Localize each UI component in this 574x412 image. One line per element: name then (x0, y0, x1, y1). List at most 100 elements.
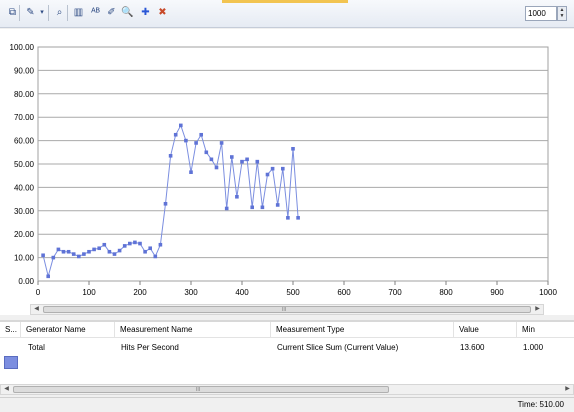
data-point (189, 170, 193, 174)
data-point (148, 246, 152, 251)
column-header-style[interactable]: S... (0, 322, 21, 337)
data-point (82, 252, 86, 256)
zoom-icon[interactable]: 🔍 (120, 5, 135, 21)
data-point (173, 132, 178, 137)
sample-count-spinner[interactable]: ▲ ▼ (557, 6, 567, 21)
chart-style-icon[interactable]: ✎ (23, 5, 38, 21)
data-point (291, 146, 295, 151)
data-point (102, 242, 107, 247)
cell-measurement-type: Current Slice Sum (Current Value) (277, 343, 399, 352)
scroll-right-icon[interactable]: ▶ (562, 385, 573, 394)
data-point (204, 150, 209, 155)
table-row[interactable]: Total Hits Per Second Current Slice Sum … (0, 338, 574, 369)
data-point (260, 205, 265, 210)
column-header-measurement-type[interactable]: Measurement Type (271, 322, 454, 337)
data-point (224, 206, 229, 211)
y-tick-label: 30.00 (14, 207, 35, 216)
data-point (107, 249, 112, 254)
elapsed-time: Time: 510.00 (517, 400, 564, 409)
data-point (112, 252, 117, 256)
toolbar-separator (48, 5, 49, 21)
copy-graph-icon[interactable]: ⧉ (5, 5, 20, 21)
data-point (281, 166, 285, 171)
y-tick-label: 60.00 (14, 137, 35, 146)
graph-properties-icon[interactable]: ▥ (71, 5, 86, 21)
cell-min: 1.000 (523, 343, 544, 352)
data-point (87, 249, 91, 254)
data-point (46, 274, 50, 279)
data-point (255, 159, 260, 164)
scroll-grip-icon: III (196, 387, 201, 393)
toolbar-separator (67, 5, 68, 21)
column-header-generator[interactable]: Generator Name (21, 322, 115, 337)
data-point (122, 244, 127, 248)
x-tick-label: 700 (388, 288, 402, 297)
data-point (158, 242, 163, 247)
y-tick-label: 80.00 (14, 90, 35, 99)
column-header-measurement-name[interactable]: Measurement Name (115, 322, 271, 337)
scroll-left-icon[interactable]: ◀ (31, 305, 42, 314)
column-header-min[interactable]: Min (517, 322, 574, 337)
data-point (143, 249, 147, 254)
scroll-thumb[interactable]: III (13, 386, 389, 393)
data-point (61, 249, 66, 254)
data-point (51, 255, 56, 260)
data-point (296, 216, 300, 220)
edit-icon[interactable]: ✐ (104, 5, 119, 21)
data-point (56, 247, 61, 252)
data-point (219, 141, 224, 145)
y-tick-label: 100.00 (10, 43, 35, 52)
sample-count-input[interactable]: 1000 (525, 6, 557, 21)
counter-grid: S... Generator Name Measurement Name Mea… (0, 322, 574, 386)
status-bar: Time: 510.00 (0, 397, 574, 412)
chart-style-dropdown-icon[interactable]: ▾ (38, 5, 46, 21)
x-tick-label: 800 (439, 288, 453, 297)
scroll-grip-icon: III (282, 307, 287, 313)
data-point (163, 201, 168, 206)
data-point (230, 155, 234, 159)
line-chart: 0.00 10.00 20.00 30.00 40.00 50.00 60.00 70.00 8… (10, 43, 558, 297)
data-point (168, 154, 173, 158)
data-point (245, 157, 249, 162)
data-point (77, 254, 81, 259)
data-point (270, 166, 275, 171)
scroll-right-icon[interactable]: ▶ (532, 305, 543, 314)
data-point (71, 252, 76, 256)
x-tick-label: 1000 (539, 288, 557, 297)
data-point (41, 253, 45, 258)
data-point (199, 132, 203, 137)
data-point (117, 248, 122, 253)
column-header-value[interactable]: Value (454, 322, 517, 337)
spell-check-icon[interactable]: ᴬᴮ (88, 5, 103, 21)
data-point (97, 246, 101, 251)
data-point (66, 249, 71, 254)
add-counter-icon[interactable]: ✚ (138, 5, 153, 21)
x-tick-label: 900 (490, 288, 504, 297)
scroll-thumb[interactable]: III (43, 306, 531, 313)
data-point (235, 194, 239, 199)
data-point (275, 203, 280, 207)
x-tick-label: 0 (36, 288, 41, 297)
data-point (286, 216, 290, 220)
x-tick-label: 100 (82, 288, 96, 297)
y-tick-label: 40.00 (14, 183, 35, 192)
cell-measurement-name: Hits Per Second (121, 343, 179, 352)
chart-horizontal-scrollbar[interactable]: ◀ III ▶ (30, 304, 544, 315)
active-tab-indicator (222, 0, 348, 3)
scroll-left-icon[interactable]: ◀ (1, 385, 12, 394)
y-tick-label: 0.00 (18, 277, 34, 286)
delete-counter-icon[interactable]: ✖ (155, 5, 170, 21)
data-point (153, 254, 158, 259)
grid-horizontal-scrollbar[interactable]: ◀ III ▶ (0, 384, 574, 395)
data-point (92, 247, 96, 252)
x-tick-label: 300 (184, 288, 198, 297)
data-point (209, 157, 214, 162)
x-tick-label: 600 (337, 288, 351, 297)
y-tick-label: 70.00 (14, 113, 35, 122)
toolbar: ⧉ ✎ ▾ ⌕ ▥ ᴬᴮ ✐ 🔍 ✚ ✖ (0, 0, 574, 28)
series-color-swatch[interactable] (4, 356, 18, 369)
find-icon[interactable]: ⌕ (52, 5, 67, 21)
toolbar-separator (19, 5, 20, 21)
data-point (214, 165, 219, 170)
data-point (179, 123, 183, 128)
